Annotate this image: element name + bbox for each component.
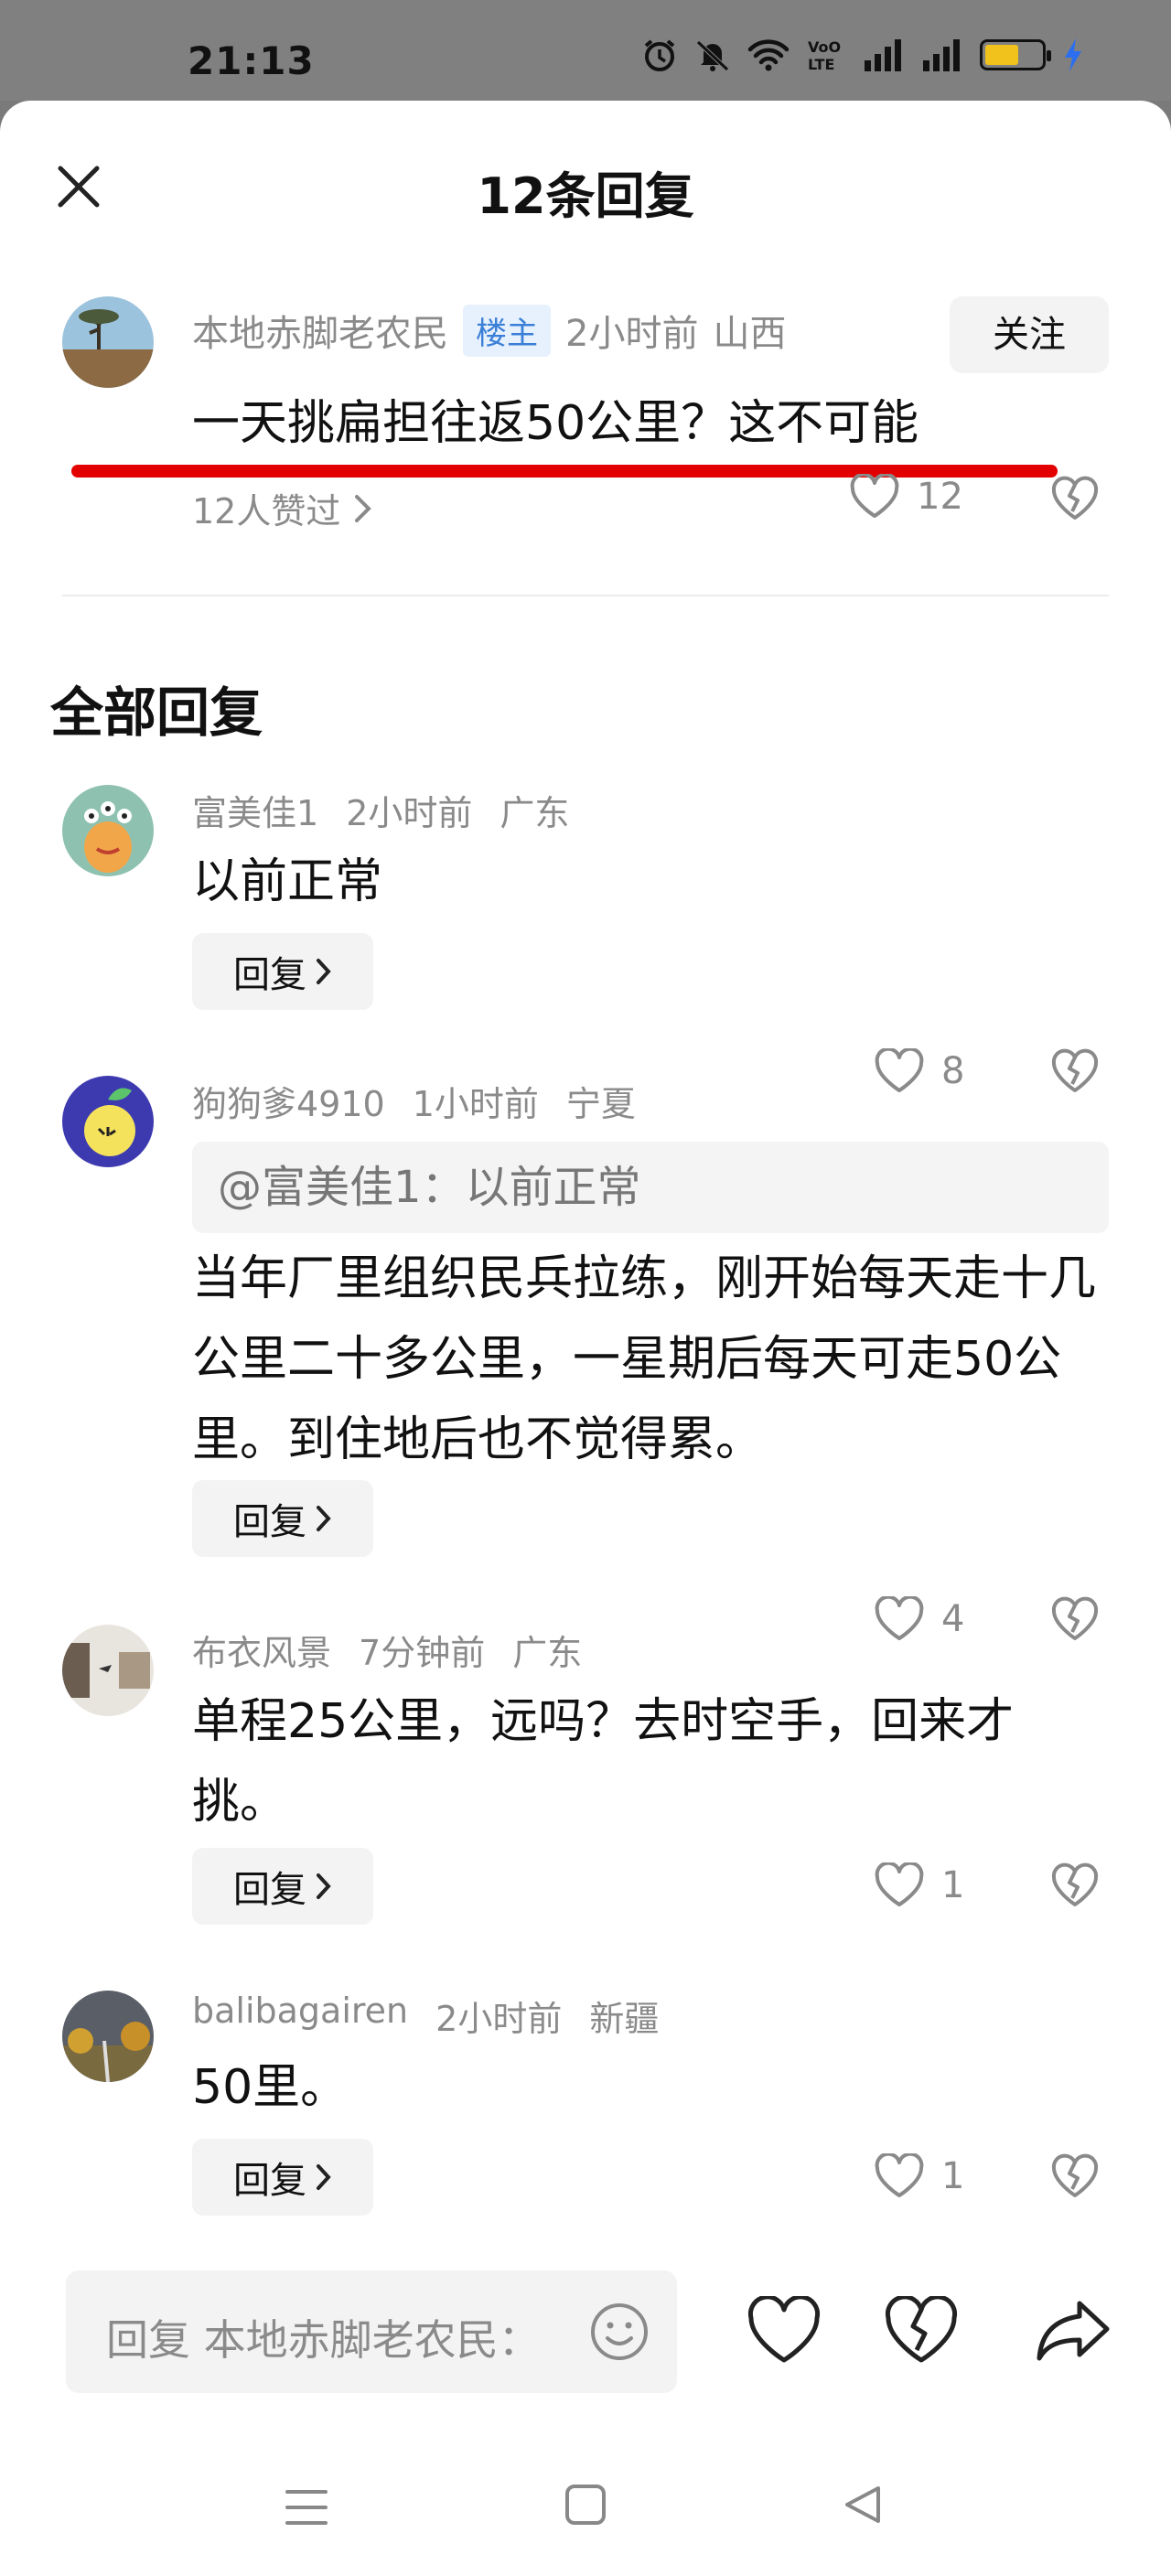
broken-heart-icon[interactable]: [1050, 2153, 1100, 2199]
reply-text: 以前正常: [192, 854, 383, 909]
reply-time: 1小时前: [412, 1084, 539, 1124]
heart-icon: [875, 2153, 924, 2197]
reply-button[interactable]: 回复: [192, 1480, 373, 1557]
svg-text:VoO: VoO: [808, 38, 841, 56]
heart-icon[interactable]: [747, 2296, 822, 2366]
heart-icon: [875, 1048, 924, 1092]
mute-icon: [696, 40, 729, 71]
status-time: 21:13: [188, 38, 315, 83]
like-button[interactable]: 12: [849, 474, 963, 520]
avatar[interactable]: [62, 296, 154, 388]
reply-location: 宁夏: [565, 1084, 636, 1124]
reply-time: 2小时前: [435, 1999, 563, 2039]
heart-icon: [850, 474, 899, 518]
reply-location: 新疆: [589, 1999, 660, 2039]
main-comment-text: 一天挑扁担往返50公里？这不可能: [192, 396, 919, 451]
reply-button[interactable]: 回复: [192, 2139, 373, 2216]
like-count: 12: [917, 476, 963, 518]
signal-icon: [923, 39, 960, 71]
reply-button-label: 回复: [233, 1501, 306, 1543]
signal-icon: [865, 39, 901, 71]
reply-button-label: 回复: [233, 1869, 306, 1911]
avatar[interactable]: [62, 1625, 154, 1716]
username[interactable]: 狗狗爹4910: [192, 1076, 385, 1126]
username[interactable]: 富美佳1: [192, 785, 318, 835]
avatar[interactable]: [62, 1076, 154, 1167]
like-count: 1: [941, 2155, 965, 2197]
reply-text: 当年厂里组织民兵拉练，刚开始每天走十几公里二十多公里，一星期后每天可走50公里。…: [192, 1251, 1097, 1467]
chevron-right-icon: [317, 1873, 331, 1899]
home-icon[interactable]: [564, 2483, 607, 2527]
reply-time: 2小时前: [346, 793, 473, 833]
like-count: 1: [941, 1864, 965, 1906]
reply-input-placeholder: 回复 本地赤脚老农民：: [106, 2315, 541, 2365]
like-button[interactable]: 1: [874, 2153, 964, 2199]
reply-time: 7分钟前: [359, 1633, 486, 1673]
broken-heart-icon[interactable]: [1050, 476, 1100, 521]
reply-meta: 富美佳1 2小时前 广东: [192, 785, 569, 835]
avatar[interactable]: [62, 1991, 154, 2082]
username[interactable]: 本地赤脚老农民: [192, 304, 448, 357]
status-bar: 21:13 VoO LTE: [0, 0, 1171, 101]
username[interactable]: 布衣风景: [192, 1625, 331, 1675]
like-button[interactable]: 8: [874, 1048, 964, 1094]
battery-icon: [980, 39, 1051, 70]
chevron-right-icon: [355, 494, 372, 522]
broken-heart-icon[interactable]: [884, 2296, 959, 2366]
volte-icon: VoOLTE: [808, 38, 841, 73]
reply-location: 广东: [500, 793, 570, 833]
reply-meta: balibagairen 2小时前 新疆: [192, 1991, 659, 2041]
likes-summary-text: 12人赞过: [192, 491, 341, 531]
chevron-right-icon: [317, 2164, 331, 2190]
broken-heart-icon[interactable]: [1050, 1596, 1100, 1642]
charging-icon: [1065, 38, 1081, 71]
like-button[interactable]: 1: [874, 1862, 964, 1908]
section-title: 全部回复: [50, 682, 263, 744]
divider: [62, 595, 1109, 596]
reply-input[interactable]: 回复 本地赤脚老农民：: [66, 2270, 677, 2393]
avatar[interactable]: [62, 785, 154, 876]
follow-button[interactable]: 关注: [950, 296, 1109, 373]
wifi-icon: [747, 39, 790, 71]
svg-text:LTE: LTE: [808, 56, 834, 73]
like-count: 4: [941, 1598, 965, 1640]
broken-heart-icon[interactable]: [1050, 1862, 1100, 1908]
broken-heart-icon[interactable]: [1050, 1048, 1100, 1094]
reply-meta: 布衣风景 7分钟前 广东: [192, 1625, 582, 1675]
back-icon[interactable]: [842, 2483, 884, 2527]
reply-button-label: 回复: [233, 2160, 306, 2202]
likes-summary-link[interactable]: 12人赞过: [192, 483, 373, 533]
reply-button[interactable]: 回复: [192, 933, 373, 1010]
page-title: 12条回复: [477, 167, 694, 225]
emoji-icon[interactable]: [587, 2300, 651, 2364]
alarm-icon: [644, 39, 675, 71]
comment-location: 山西: [713, 313, 787, 355]
status-icons: VoO LTE: [641, 37, 1084, 73]
heart-icon: [875, 1862, 924, 1906]
heart-icon: [875, 1596, 924, 1640]
quoted-reply[interactable]: @富美佳1：以前正常: [192, 1142, 1109, 1233]
share-icon[interactable]: [1034, 2296, 1112, 2366]
main-comment-meta: 本地赤脚老农民 楼主 2小时前 山西: [192, 304, 786, 357]
reply-text: 单程25公里，远吗？去时空手，回来才挑。: [192, 1694, 1015, 1830]
reply-button-label: 回复: [233, 954, 306, 996]
reply-text: 50里。: [192, 2060, 349, 2115]
username[interactable]: balibagairen: [192, 1991, 408, 2041]
comment-time: 2小时前: [565, 313, 699, 355]
replies-sheet: 12条回复 本地赤脚老农民 楼主 2小时前 山西 关注 一天挑扁担往返50公里？…: [0, 101, 1171, 2576]
owner-badge: 楼主: [463, 304, 551, 357]
chevron-right-icon: [317, 1506, 331, 1531]
reply-location: 广东: [512, 1633, 583, 1673]
like-count: 8: [941, 1050, 965, 1092]
reply-meta: 狗狗爹4910 1小时前 宁夏: [192, 1076, 636, 1126]
like-button[interactable]: 4: [874, 1596, 964, 1642]
chevron-right-icon: [317, 959, 331, 984]
menu-icon[interactable]: [284, 2486, 329, 2528]
reply-button[interactable]: 回复: [192, 1848, 373, 1925]
